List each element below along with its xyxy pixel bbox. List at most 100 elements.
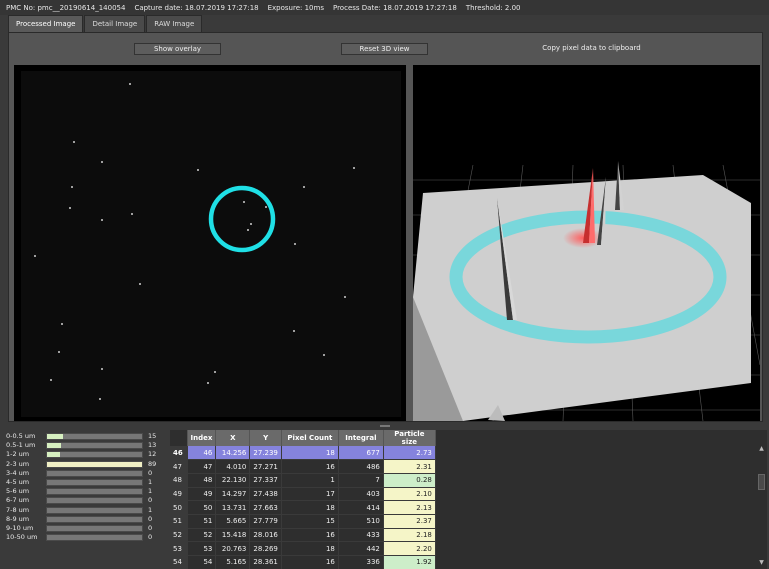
row-number[interactable]: 54 <box>170 555 188 569</box>
histogram-bar <box>46 525 143 532</box>
histogram-row: 6-7 um 0 <box>6 496 156 505</box>
row-header-corner <box>170 430 188 446</box>
table-row[interactable]: 46 46 14.256 27.239 18 677 2.73 <box>170 446 436 461</box>
cell-integral: 403 <box>338 487 384 502</box>
splitter-grip[interactable] <box>380 425 390 427</box>
cell-particle-size: 2.31 <box>383 459 436 474</box>
cell-integral: 7 <box>338 473 384 488</box>
table-row[interactable]: 51 51 5.665 27.779 15 510 2.37 <box>170 514 436 529</box>
cell-pixel-count: 18 <box>281 541 339 556</box>
cell-index: 53 <box>187 541 217 556</box>
row-number[interactable]: 47 <box>170 459 188 474</box>
scroll-down-icon[interactable]: ▼ <box>758 560 765 566</box>
cell-y: 27.663 <box>249 500 282 515</box>
cell-pixel-count: 18 <box>281 500 339 515</box>
cell-integral: 414 <box>338 500 384 515</box>
cell-x: 22.130 <box>215 473 251 488</box>
tab-processed-image[interactable]: Processed Image <box>8 15 84 32</box>
cell-y: 28.016 <box>249 528 282 543</box>
histogram-label: 3-4 um <box>6 468 30 477</box>
cell-integral: 336 <box>338 555 384 569</box>
row-number[interactable]: 46 <box>170 446 188 461</box>
cell-x: 13.731 <box>215 500 251 515</box>
col-pixel-count[interactable]: Pixel Count <box>281 430 339 446</box>
histogram-count: 0 <box>148 514 153 523</box>
histogram-label: 10-50 um <box>6 533 38 542</box>
col-integral[interactable]: Integral <box>338 430 384 446</box>
row-number[interactable]: 48 <box>170 473 188 488</box>
histogram-bar <box>46 497 143 505</box>
histogram-label: 0.5-1 um <box>6 441 36 450</box>
cell-integral: 677 <box>338 446 384 461</box>
histogram-bar <box>46 488 143 496</box>
histogram-count: 13 <box>148 441 157 450</box>
cell-pixel-count: 1 <box>281 473 339 488</box>
histogram-label: 2-3 um <box>6 459 30 468</box>
cell-pixel-count: 16 <box>281 459 339 474</box>
row-number[interactable]: 51 <box>170 514 188 529</box>
panel-splitter[interactable] <box>0 422 769 430</box>
particle-table[interactable]: Index X Y Pixel Count Integral Particle … <box>170 430 767 569</box>
table-scrollbar[interactable]: ▲ ▼ <box>757 446 766 566</box>
cell-particle-size: 2.73 <box>383 446 436 461</box>
row-number[interactable]: 53 <box>170 541 188 556</box>
cell-pixel-count: 16 <box>281 555 339 569</box>
histogram-label: 0-0.5 um <box>6 432 36 440</box>
cell-index: 47 <box>187 459 217 474</box>
reset-3d-view-button[interactable]: Reset 3D view <box>341 43 428 55</box>
tab-raw-image[interactable]: RAW Image <box>146 15 203 32</box>
cell-y: 27.239 <box>249 446 282 461</box>
histogram-bar <box>46 433 143 440</box>
histogram-label: 4-5 um <box>6 478 30 486</box>
row-number[interactable]: 50 <box>170 500 188 515</box>
table-row[interactable]: 50 50 13.731 27.663 18 414 2.13 <box>170 500 436 515</box>
histogram-label: 7-8 um <box>6 505 30 514</box>
copy-pixel-data-button[interactable]: Copy pixel data to clipboard <box>524 43 659 55</box>
cell-index: 51 <box>187 514 217 529</box>
capture-date: Capture date: 18.07.2019 17:27:18 <box>134 3 259 12</box>
image-tabs: Processed Image Detail Image RAW Image <box>8 15 203 32</box>
histogram-count: 89 <box>148 459 157 468</box>
scroll-up-icon[interactable]: ▲ <box>758 446 765 452</box>
processed-image-panel: Show overlay Reset 3D view Copy pixel da… <box>8 32 763 422</box>
col-index[interactable]: Index <box>187 430 217 446</box>
overlay-ring <box>208 185 276 253</box>
surface-3d-view[interactable] <box>413 65 760 421</box>
histogram-row: 1-2 um 12 <box>6 450 156 459</box>
col-particle-size[interactable]: Particle size <box>383 430 436 446</box>
cell-integral: 442 <box>338 541 384 556</box>
cell-x: 14.297 <box>215 487 251 502</box>
scroll-thumb[interactable] <box>758 474 765 490</box>
table-row[interactable]: 54 54 5.165 28.361 16 336 1.92 <box>170 555 436 569</box>
cell-y: 27.337 <box>249 473 282 488</box>
histogram-fill <box>47 443 62 449</box>
cell-particle-size: 2.18 <box>383 528 436 543</box>
row-number[interactable]: 52 <box>170 528 188 543</box>
histogram-row: 8-9 um 0 <box>6 515 156 524</box>
histogram-label: 1-2 um <box>6 450 30 459</box>
table-row[interactable]: 47 47 4.010 27.271 16 486 2.31 <box>170 459 436 474</box>
table-body: 46 46 14.256 27.239 18 677 2.73 47 47 4.010 27.271… <box>170 446 436 569</box>
histogram-row: 4-5 um 1 <box>6 478 156 487</box>
cell-x: 15.418 <box>215 528 251 543</box>
col-y[interactable]: Y <box>249 430 282 446</box>
processed-image-view[interactable] <box>14 65 406 421</box>
row-number[interactable]: 49 <box>170 487 188 502</box>
table-row[interactable]: 53 53 20.763 28.269 18 442 2.20 <box>170 541 436 556</box>
table-row[interactable]: 48 48 22.130 27.337 1 7 0.28 <box>170 473 436 488</box>
histogram-count: 1 <box>148 478 153 486</box>
cell-index: 54 <box>187 555 217 569</box>
histogram-bar <box>46 534 143 542</box>
col-x[interactable]: X <box>215 430 251 446</box>
histogram-label: 6-7 um <box>6 496 30 505</box>
table-row[interactable]: 52 52 15.418 28.016 16 433 2.18 <box>170 528 436 543</box>
histogram-count: 0 <box>148 496 153 505</box>
table-row[interactable]: 49 49 14.297 27.438 17 403 2.10 <box>170 487 436 502</box>
show-overlay-button[interactable]: Show overlay <box>134 43 221 55</box>
tab-detail-image[interactable]: Detail Image <box>84 15 146 32</box>
cell-x: 5.665 <box>215 514 251 529</box>
cell-x: 5.165 <box>215 555 251 569</box>
cell-y: 27.779 <box>249 514 282 529</box>
cell-particle-size: 2.10 <box>383 487 436 502</box>
histogram-bar <box>46 506 143 514</box>
